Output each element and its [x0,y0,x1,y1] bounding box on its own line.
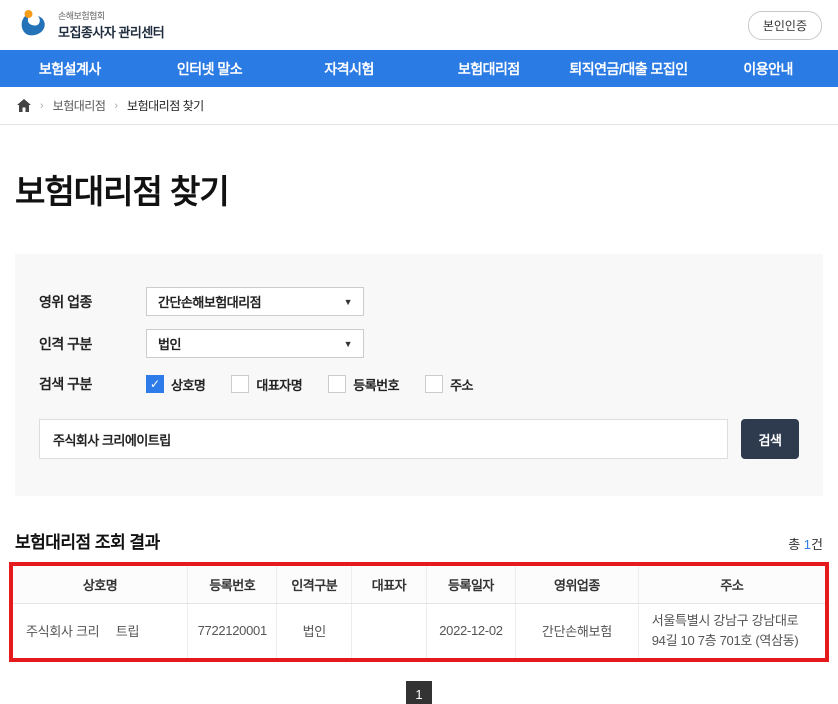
breadcrumb-level1[interactable]: 보험대리점 [53,97,106,114]
col-company-name: 상호명 [13,566,188,603]
logo-text: 손해보험협회 모집종사자 관리센터 [58,9,164,41]
checkbox-label: 상호명 [171,375,205,394]
nav-item-qualification-exam[interactable]: 자격시험 [279,50,419,87]
nav-item-guide[interactable]: 이용안내 [698,50,838,87]
cell-address: 서울특별시 강남구 강남대로94길 10 7층 701호 (역삼동) [638,603,825,658]
logo-center-name: 모집종사자 관리센터 [58,22,164,41]
top-header: 손해보험협회 모집종사자 관리센터 본인인증 [0,0,838,50]
table-row[interactable]: 주식회사 크리 트립 7722120001 법인 2022-12-02 간단손해… [13,603,825,658]
page-button-1[interactable]: 1 [406,681,432,704]
pagination: 1 [15,681,823,704]
col-entity-type: 인격구분 [277,566,352,603]
cell-registration-date: 2022-12-02 [426,603,515,658]
page-title: 보험대리점 찾기 [15,165,823,213]
entity-type-select[interactable]: 법인 ▼ [146,329,364,358]
knia-logo-icon [16,6,50,45]
business-type-selected-value: 간단손해보험대리점 [158,292,261,311]
business-type-label: 영위 업종 [39,292,146,312]
search-keyword-input[interactable] [39,419,728,459]
nav-item-insurance-planner[interactable]: 보험설계사 [0,50,140,87]
checkbox-label: 대표자명 [256,375,302,394]
checkbox-address[interactable]: 주소 [425,375,473,394]
search-type-options: ✓ 상호명 대표자명 등록번호 주소 [146,375,473,394]
business-type-row: 영위 업종 간단손해보험대리점 ▼ [39,287,799,316]
breadcrumb-level2[interactable]: 보험대리점 찾기 [127,97,204,114]
red-highlight-box: 상호명 등록번호 인격구분 대표자 등록일자 영위업종 주소 주식회사 크리 트… [9,562,829,662]
total-count: 1 [804,537,811,552]
identity-verify-button[interactable]: 본인인증 [748,11,822,40]
checkbox-registration-number[interactable]: 등록번호 [328,375,399,394]
keyword-row: 검색 [39,419,799,459]
chevron-down-icon: ▼ [344,339,352,349]
col-registration-date: 등록일자 [426,566,515,603]
unchecked-checkbox-icon[interactable] [425,375,443,393]
checkbox-representative-name[interactable]: 대표자명 [231,375,302,394]
total-suffix: 건 [811,537,823,552]
search-type-label: 검색 구분 [39,374,146,394]
unchecked-checkbox-icon[interactable] [231,375,249,393]
cell-business-type: 간단손해보험 [516,603,639,658]
cell-registration-number: 7722120001 [188,603,277,658]
main-navigation: 보험설계사 인터넷 말소 자격시험 보험대리점 퇴직연금/대출 모집인 이용안내 [0,50,838,87]
entity-type-selected-value: 법인 [158,334,181,353]
breadcrumb-separator-icon: › [40,100,44,112]
breadcrumb-separator-icon: › [114,100,118,112]
total-prefix: 총 [788,537,804,552]
nav-item-pension-loan-recruiter[interactable]: 퇴직연금/대출 모집인 [559,50,699,87]
table-header-row: 상호명 등록번호 인격구분 대표자 등록일자 영위업종 주소 [13,566,825,603]
checkbox-company-name[interactable]: ✓ 상호명 [146,375,205,394]
home-icon[interactable] [17,99,31,112]
results-title: 보험대리점 조회 결과 [15,528,160,553]
checked-checkbox-icon[interactable]: ✓ [146,375,164,393]
search-panel: 영위 업종 간단손해보험대리점 ▼ 인격 구분 법인 ▼ 검색 구분 ✓ 상호명 [15,254,823,496]
unchecked-checkbox-icon[interactable] [328,375,346,393]
site-logo[interactable]: 손해보험협회 모집종사자 관리센터 [16,6,164,45]
business-type-select[interactable]: 간단손해보험대리점 ▼ [146,287,364,316]
col-registration-number: 등록번호 [188,566,277,603]
nav-item-insurance-agency[interactable]: 보험대리점 [419,50,559,87]
cell-company-name: 주식회사 크리 트립 [13,603,188,658]
entity-type-row: 인격 구분 법인 ▼ [39,329,799,358]
entity-type-label: 인격 구분 [39,334,146,354]
checkbox-label: 등록번호 [353,375,399,394]
cell-entity-type: 법인 [277,603,352,658]
col-representative: 대표자 [352,566,427,603]
chevron-down-icon: ▼ [344,297,352,307]
cell-representative [352,603,427,658]
search-type-row: 검색 구분 ✓ 상호명 대표자명 등록번호 주소 [39,374,799,394]
breadcrumb: › 보험대리점 › 보험대리점 찾기 [0,87,838,125]
nav-item-internet-cancellation[interactable]: 인터넷 말소 [140,50,280,87]
results-header: 보험대리점 조회 결과 총 1건 [15,528,823,553]
col-address: 주소 [638,566,825,603]
results-total: 총 1건 [788,534,823,553]
checkbox-label: 주소 [450,375,473,394]
results-table: 상호명 등록번호 인격구분 대표자 등록일자 영위업종 주소 주식회사 크리 트… [13,566,825,658]
logo-org-name: 손해보험협회 [58,9,164,22]
search-button[interactable]: 검색 [741,419,799,459]
page-body: 보험대리점 찾기 영위 업종 간단손해보험대리점 ▼ 인격 구분 법인 ▼ 검색… [0,165,838,704]
col-business-type: 영위업종 [516,566,639,603]
